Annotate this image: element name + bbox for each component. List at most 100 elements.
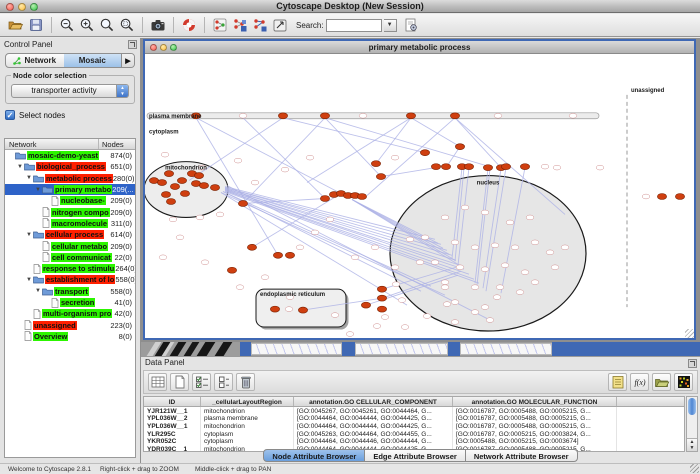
tree-header-network[interactable]: Network: [5, 139, 99, 149]
graph-node[interactable]: [398, 298, 406, 303]
snapshot-icon[interactable]: [148, 16, 168, 35]
tab-edge-attribute-browser[interactable]: Edge Attribute Browser: [364, 449, 465, 462]
tab-mosaic[interactable]: Mosaic: [64, 54, 122, 67]
graph-node[interactable]: [298, 307, 307, 313]
zoom-fit-icon[interactable]: [97, 16, 117, 35]
select-nodes-checkbox[interactable]: ✓: [5, 110, 15, 120]
graph-node[interactable]: [526, 215, 534, 220]
graph-node[interactable]: [180, 191, 189, 197]
graph-node[interactable]: [320, 196, 329, 202]
graph-node[interactable]: [553, 165, 561, 170]
graph-node[interactable]: [441, 285, 449, 290]
node-color-dropdown[interactable]: transporter activity ▲▼: [11, 84, 129, 98]
network-tree-row[interactable]: secretion41(0): [5, 297, 135, 308]
graph-node[interactable]: [493, 295, 501, 300]
graph-node[interactable]: [501, 164, 510, 170]
graph-node[interactable]: [443, 302, 451, 307]
tab-network-attribute-browser[interactable]: Network Attribute Browser: [465, 449, 578, 462]
zoom-in-icon[interactable]: [77, 16, 97, 35]
search-input[interactable]: [326, 19, 382, 32]
graph-node[interactable]: [159, 255, 167, 260]
graph-node[interactable]: [546, 250, 554, 255]
graph-node[interactable]: [239, 113, 247, 118]
expand-arrow-icon[interactable]: ▼: [16, 164, 24, 170]
graph-node[interactable]: [551, 265, 559, 270]
graph-node[interactable]: [569, 113, 577, 118]
graph-node[interactable]: [456, 265, 464, 270]
graph-node[interactable]: [451, 300, 459, 305]
graph-node[interactable]: [486, 318, 494, 323]
graph-node[interactable]: [361, 302, 370, 308]
graph-node[interactable]: [177, 178, 186, 184]
graph-node[interactable]: [285, 252, 294, 258]
graph-node[interactable]: [561, 245, 569, 250]
graph-node[interactable]: [471, 310, 479, 315]
network-tree-row[interactable]: ▼transport558(0): [5, 286, 135, 297]
network-tree-row[interactable]: ▼metabolic process280(0): [5, 173, 135, 184]
float-data-panel-icon[interactable]: [688, 359, 697, 368]
graph-node[interactable]: [391, 265, 399, 270]
table-row[interactable]: YKR052Ccytoplasm[GO:0044464, GO:0044446,…: [144, 438, 684, 446]
graph-node[interactable]: [371, 161, 380, 167]
graph-node[interactable]: [273, 252, 282, 258]
network-tree-row[interactable]: macromolecule311(0): [5, 218, 135, 229]
network-tree-row[interactable]: mosaic-demo-yeast874(0): [5, 150, 135, 161]
graph-node[interactable]: [657, 194, 666, 200]
graph-node[interactable]: [320, 113, 329, 119]
graph-node[interactable]: [431, 260, 439, 265]
label-icon[interactable]: [608, 373, 627, 391]
graph-node[interactable]: [371, 245, 379, 250]
graph-node[interactable]: [227, 267, 236, 273]
network-tree-row[interactable]: nucleobase-209(0): [5, 195, 135, 206]
graph-node[interactable]: [506, 220, 514, 225]
window-resize-grip[interactable]: [685, 329, 694, 338]
graph-node[interactable]: [491, 243, 499, 248]
graph-node[interactable]: [531, 280, 539, 285]
network-overview-icon[interactable]: [210, 16, 230, 35]
graph-node[interactable]: [392, 282, 400, 287]
unselect-attributes-icon[interactable]: [214, 373, 233, 391]
delete-attribute-icon[interactable]: [236, 373, 255, 391]
graph-node[interactable]: [421, 235, 429, 240]
import-table-icon[interactable]: [652, 373, 671, 391]
graph-node[interactable]: [481, 210, 489, 215]
search-dropdown-button[interactable]: ▼: [384, 19, 397, 32]
network-tree-row[interactable]: ▼primary metabo209(...: [5, 184, 135, 195]
graph-node[interactable]: [481, 305, 489, 310]
graph-node[interactable]: [351, 255, 359, 260]
graph-node[interactable]: [281, 167, 289, 172]
table-header-cell[interactable]: _cellularLayoutRegion: [201, 397, 294, 406]
formula-icon[interactable]: f(x): [630, 373, 649, 391]
graph-node[interactable]: [516, 290, 524, 295]
graph-node[interactable]: [278, 113, 287, 119]
new-attribute-icon[interactable]: [170, 373, 189, 391]
graph-node[interactable]: [201, 260, 209, 265]
network-tree-row[interactable]: ▼cellular process614(0): [5, 229, 135, 240]
network-tree-row[interactable]: Overview8(0): [5, 331, 135, 342]
network-tree-row[interactable]: cell communicat22(0): [5, 252, 135, 263]
tab-network[interactable]: Network: [6, 54, 64, 67]
expand-arrow-icon[interactable]: ▼: [34, 288, 42, 294]
table-header-cell[interactable]: annotation.GO CELLULAR_COMPONENT: [294, 397, 453, 406]
graph-node[interactable]: [471, 245, 479, 250]
graph-node[interactable]: [406, 113, 415, 119]
graph-node[interactable]: [331, 313, 339, 318]
graph-node[interactable]: [161, 152, 169, 157]
table-row[interactable]: YLR295Ccytoplasm[GO:0045263, GO:0044464,…: [144, 430, 684, 438]
graph-node[interactable]: [270, 306, 279, 312]
table-row[interactable]: YPL036W__1mitochondrion[GO:0044464, GO:0…: [144, 422, 684, 430]
graph-node[interactable]: [161, 192, 170, 198]
graph-node[interactable]: [521, 270, 529, 275]
search-config-icon[interactable]: [401, 16, 421, 35]
graph-node[interactable]: [236, 285, 244, 290]
network-canvas[interactable]: plasma membranecytoplasmmitochondrionnuc…: [145, 55, 694, 338]
expand-arrow-icon[interactable]: ▼: [34, 187, 42, 193]
grid-icon[interactable]: [148, 373, 167, 391]
graph-node[interactable]: [196, 215, 204, 220]
graph-node[interactable]: [170, 184, 179, 190]
graph-node[interactable]: [531, 240, 539, 245]
graph-node[interactable]: [296, 245, 304, 250]
graph-node[interactable]: [596, 165, 604, 170]
graph-node[interactable]: [261, 275, 269, 280]
network-tree-row[interactable]: unassigned223(0): [5, 319, 135, 330]
